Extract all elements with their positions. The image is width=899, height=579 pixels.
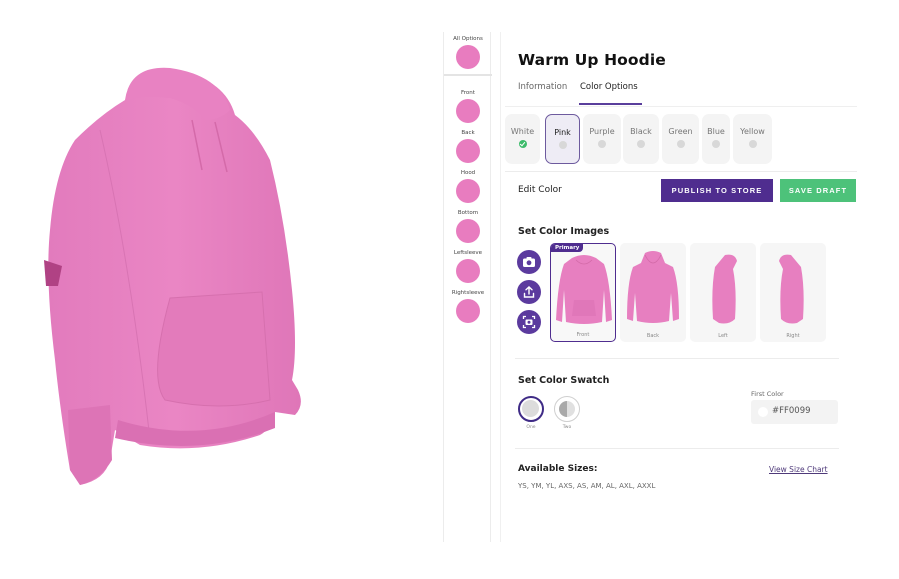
swatch-option-one[interactable] xyxy=(518,396,544,422)
hoodie-front-thumbnail xyxy=(556,255,612,324)
hoodie-right-thumbnail xyxy=(779,254,804,324)
first-color-value: #FF0099 xyxy=(772,406,811,416)
hoodie-back-thumbnail xyxy=(627,251,679,323)
divider xyxy=(505,171,857,172)
part-bottom[interactable]: Bottom xyxy=(444,209,492,243)
status-dot xyxy=(558,141,567,149)
upload-button[interactable] xyxy=(517,280,541,304)
part-label: Front xyxy=(461,90,475,96)
primary-badge: Primary xyxy=(551,244,584,252)
status-dot xyxy=(637,140,645,148)
part-label: Bottom xyxy=(457,210,479,216)
divider xyxy=(505,106,857,107)
thumb-label: Back xyxy=(646,333,660,339)
part-front[interactable]: Front xyxy=(444,89,492,123)
status-dot xyxy=(676,140,685,148)
capture-icon xyxy=(522,315,536,329)
part-color-dot[interactable] xyxy=(456,259,480,283)
part-label: Hood xyxy=(460,170,476,176)
part-color-dot[interactable] xyxy=(456,45,480,69)
active-tab-indicator xyxy=(579,103,642,105)
divider xyxy=(444,74,492,76)
swatch-label: One xyxy=(526,425,536,430)
color-chip-purple[interactable]: Purple xyxy=(583,114,621,164)
swatch-label: Two xyxy=(562,425,572,430)
color-chip-white[interactable]: White xyxy=(505,114,540,164)
color-chip-yellow[interactable]: Yellow xyxy=(733,114,772,164)
part-selector: All Options Front Back Hood Bottom Lefts… xyxy=(443,32,492,542)
chip-label: Green xyxy=(668,127,693,136)
part-color-dot[interactable] xyxy=(456,179,480,203)
first-color-label: First Color xyxy=(751,390,784,398)
status-dot xyxy=(712,140,720,148)
hoodie-3d-preview[interactable] xyxy=(30,60,320,500)
view-size-chart-link[interactable]: View Size Chart xyxy=(769,465,828,474)
tab-color-options[interactable]: Color Options xyxy=(580,82,638,92)
part-label: Rightsleeve xyxy=(451,290,485,296)
swatch-option-two[interactable] xyxy=(554,396,580,422)
edit-color-label: Edit Color xyxy=(518,185,562,195)
hoodie-illustration xyxy=(44,67,301,485)
camera-icon xyxy=(523,257,535,267)
part-leftsleeve[interactable]: Leftsleeve xyxy=(444,249,492,283)
publish-to-store-button[interactable]: PUBLISH TO STORE xyxy=(661,179,773,202)
save-draft-button[interactable]: SAVE DRAFT xyxy=(780,179,856,202)
chip-label: White xyxy=(510,127,535,136)
color-chip-pink[interactable]: Pink xyxy=(545,114,580,164)
camera-button[interactable] xyxy=(517,250,541,274)
part-hood[interactable]: Hood xyxy=(444,169,492,203)
set-color-images-title: Set Color Images xyxy=(518,226,610,237)
chip-label: Black xyxy=(630,127,652,136)
thumb-label: Front xyxy=(576,332,590,338)
part-back[interactable]: Back xyxy=(444,129,492,163)
color-chip-blue[interactable]: Blue xyxy=(702,114,730,164)
status-dot xyxy=(748,140,757,148)
color-image-left[interactable]: Left xyxy=(690,243,756,342)
part-color-dot[interactable] xyxy=(456,99,480,123)
product-panel: Warm Up Hoodie Information Color Options… xyxy=(500,32,860,542)
color-image-front[interactable]: Primary Front xyxy=(550,243,616,342)
part-color-dot[interactable] xyxy=(456,299,480,323)
color-chip-green[interactable]: Green xyxy=(662,114,699,164)
part-label: Back xyxy=(461,130,475,136)
chip-label: Yellow xyxy=(740,127,765,136)
part-all-options[interactable]: All Options xyxy=(444,35,492,69)
status-dot xyxy=(598,140,606,148)
check-icon xyxy=(518,140,527,148)
color-image-back[interactable]: Back xyxy=(620,243,686,342)
divider xyxy=(515,448,839,449)
chip-label: Purple xyxy=(589,127,615,136)
color-chip-black[interactable]: Black xyxy=(623,114,659,164)
upload-icon xyxy=(523,286,535,298)
swatch-half-right xyxy=(567,401,575,417)
part-label: Leftsleeve xyxy=(453,250,483,256)
set-color-swatch-title: Set Color Swatch xyxy=(518,375,610,386)
thumb-label: Right xyxy=(786,333,800,339)
part-rightsleeve[interactable]: Rightsleeve xyxy=(444,289,492,323)
part-color-dot[interactable] xyxy=(456,139,480,163)
first-color-input[interactable]: #FF0099 xyxy=(751,400,838,424)
product-title: Warm Up Hoodie xyxy=(518,51,666,69)
color-preview-dot xyxy=(758,407,768,417)
tab-information[interactable]: Information xyxy=(518,82,567,92)
capture-button[interactable] xyxy=(517,310,541,334)
available-sizes-title: Available Sizes: xyxy=(518,464,598,474)
swatch-half-left xyxy=(559,401,567,417)
color-image-right[interactable]: Right xyxy=(760,243,826,342)
divider xyxy=(515,358,839,359)
hoodie-left-thumbnail xyxy=(712,254,737,324)
thumb-label: Left xyxy=(718,333,728,339)
part-label: All Options xyxy=(453,36,483,42)
chip-label: Pink xyxy=(554,128,571,137)
part-color-dot[interactable] xyxy=(456,219,480,243)
color-chips: White Pink Purple Black Green Blue Yello… xyxy=(505,114,855,166)
chip-label: Blue xyxy=(707,127,725,136)
available-sizes-list: YS, YM, YL, AXS, AS, AM, AL, AXL, AXXL xyxy=(518,482,656,490)
